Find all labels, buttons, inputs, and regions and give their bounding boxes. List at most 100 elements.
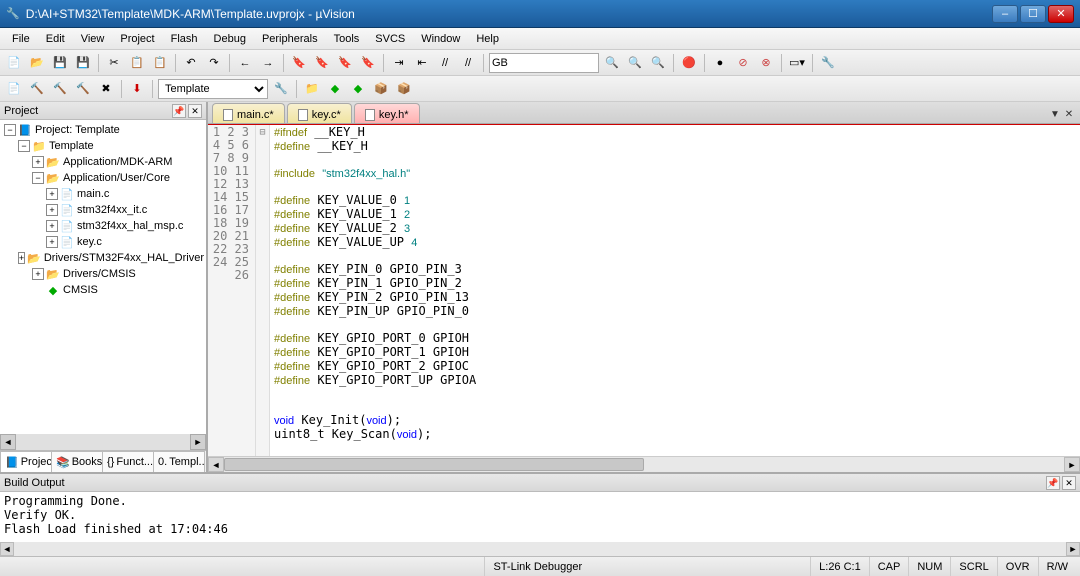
menu-flash[interactable]: Flash: [163, 31, 206, 47]
translate-button[interactable]: 📄: [4, 79, 24, 99]
bookmark-clear-button[interactable]: 🔖: [358, 53, 378, 73]
tab-close-icon[interactable]: ✕: [1062, 109, 1076, 123]
manage-rte-button[interactable]: 📦: [394, 79, 414, 99]
menu-edit[interactable]: Edit: [38, 31, 73, 47]
tree-group[interactable]: + 📂 Drivers/CMSIS: [2, 266, 204, 282]
scroll-left-icon[interactable]: ◄: [0, 434, 16, 450]
undo-button[interactable]: ↶: [181, 53, 201, 73]
save-all-button[interactable]: 💾: [73, 53, 93, 73]
expand-icon[interactable]: −: [4, 124, 16, 136]
expand-icon[interactable]: +: [46, 204, 58, 216]
panel-pin-button[interactable]: 📌: [172, 104, 186, 118]
tree-target[interactable]: − 📁 Template: [2, 138, 204, 154]
menu-debug[interactable]: Debug: [206, 31, 254, 47]
manage-components-button[interactable]: ◆: [325, 79, 345, 99]
indent-button[interactable]: ⇥: [389, 53, 409, 73]
debug-button[interactable]: 🔴: [679, 53, 699, 73]
expand-icon[interactable]: +: [46, 188, 58, 200]
panel-close-button[interactable]: ✕: [188, 104, 202, 118]
scroll-right-icon[interactable]: ►: [1064, 457, 1080, 472]
bookmark-button[interactable]: 🔖: [289, 53, 309, 73]
nav-back-button[interactable]: ←: [235, 53, 255, 73]
expand-icon[interactable]: −: [18, 140, 30, 152]
build-button[interactable]: 🔨: [27, 79, 47, 99]
batch-build-button[interactable]: 🔨: [73, 79, 93, 99]
save-button[interactable]: 💾: [50, 53, 70, 73]
editor-hscrollbar[interactable]: ◄ ►: [208, 456, 1080, 472]
outdent-button[interactable]: ⇤: [412, 53, 432, 73]
select-packs-button[interactable]: ◆: [348, 79, 368, 99]
close-button[interactable]: ✕: [1048, 5, 1074, 23]
menu-peripherals[interactable]: Peripherals: [254, 31, 326, 47]
expand-icon[interactable]: +: [18, 252, 25, 264]
menu-tools[interactable]: Tools: [326, 31, 368, 47]
tree-file[interactable]: + 📄 stm32f4xx_it.c: [2, 202, 204, 218]
find-combo[interactable]: [489, 53, 599, 73]
tree-group[interactable]: + 📂 Drivers/STM32F4xx_HAL_Driver: [2, 250, 204, 266]
breakpoint-disable-button[interactable]: ⊗: [756, 53, 776, 73]
bookmark-next-button[interactable]: 🔖: [335, 53, 355, 73]
scroll-left-icon[interactable]: ◄: [0, 542, 14, 556]
tree-cmsis[interactable]: ◆ CMSIS: [2, 282, 204, 298]
pack-installer-button[interactable]: 📦: [371, 79, 391, 99]
panel-tab-templates[interactable]: 0.Templ...: [153, 451, 205, 472]
build-output-text[interactable]: Programming Done. Verify OK. Flash Load …: [0, 492, 1080, 542]
menu-project[interactable]: Project: [112, 31, 162, 47]
stop-build-button[interactable]: ✖: [96, 79, 116, 99]
target-select[interactable]: Template: [158, 79, 268, 99]
uncomment-button[interactable]: //: [458, 53, 478, 73]
nav-forward-button[interactable]: →: [258, 53, 278, 73]
expand-icon[interactable]: +: [32, 156, 44, 168]
cut-button[interactable]: ✂: [104, 53, 124, 73]
configure-button[interactable]: 🔧: [818, 53, 838, 73]
new-file-button[interactable]: 📄: [4, 53, 24, 73]
menu-help[interactable]: Help: [468, 31, 507, 47]
scroll-right-icon[interactable]: ►: [1066, 542, 1080, 556]
menu-window[interactable]: Window: [413, 31, 468, 47]
tree-group[interactable]: − 📂 Application/User/Core: [2, 170, 204, 186]
redo-button[interactable]: ↷: [204, 53, 224, 73]
comment-button[interactable]: //: [435, 53, 455, 73]
find-next-button[interactable]: 🔍: [602, 53, 622, 73]
panel-tab-books[interactable]: 📚Books: [51, 451, 103, 472]
expand-icon[interactable]: +: [46, 236, 58, 248]
open-file-button[interactable]: 📂: [27, 53, 47, 73]
expand-icon[interactable]: −: [32, 172, 44, 184]
scroll-left-icon[interactable]: ◄: [208, 457, 224, 472]
project-hscrollbar[interactable]: ◄ ►: [0, 434, 206, 450]
scroll-thumb[interactable]: [224, 458, 644, 471]
minimize-button[interactable]: –: [992, 5, 1018, 23]
tree-group[interactable]: + 📂 Application/MDK-ARM: [2, 154, 204, 170]
target-options-button[interactable]: 🔧: [271, 79, 291, 99]
menu-svcs[interactable]: SVCS: [367, 31, 413, 47]
file-tab-keyh[interactable]: key.h*: [354, 103, 420, 123]
tree-project-root[interactable]: − 📘 Project: Template: [2, 122, 204, 138]
build-hscrollbar[interactable]: ◄ ►: [0, 542, 1080, 556]
paste-button[interactable]: 📋: [150, 53, 170, 73]
maximize-button[interactable]: ☐: [1020, 5, 1046, 23]
download-button[interactable]: ⬇: [127, 79, 147, 99]
panel-tab-functions[interactable]: {}Funct...: [102, 451, 154, 472]
tab-dropdown-icon[interactable]: ▼: [1048, 109, 1062, 123]
menu-file[interactable]: File: [4, 31, 38, 47]
expand-icon[interactable]: +: [46, 220, 58, 232]
file-tab-main[interactable]: main.c*: [212, 103, 285, 123]
panel-close-button[interactable]: ✕: [1062, 476, 1076, 490]
find-prev-button[interactable]: 🔍: [625, 53, 645, 73]
tree-file[interactable]: + 📄 key.c: [2, 234, 204, 250]
tree-file[interactable]: + 📄 stm32f4xx_hal_msp.c: [2, 218, 204, 234]
file-tab-keyc[interactable]: key.c*: [287, 103, 352, 123]
scroll-right-icon[interactable]: ►: [190, 434, 206, 450]
menu-view[interactable]: View: [73, 31, 113, 47]
project-tree[interactable]: − 📘 Project: Template − 📁 Template + 📂 A…: [0, 120, 206, 434]
code-content[interactable]: #ifndef __KEY_H #define __KEY_H #include…: [270, 125, 1080, 456]
find-in-files-button[interactable]: 🔍: [648, 53, 668, 73]
breakpoint-enable-button[interactable]: ⊘: [733, 53, 753, 73]
copy-button[interactable]: 📋: [127, 53, 147, 73]
tree-file[interactable]: + 📄 main.c: [2, 186, 204, 202]
code-editor[interactable]: 1 2 3 4 5 6 7 8 9 10 11 12 13 14 15 16 1…: [208, 124, 1080, 456]
fold-gutter[interactable]: ⊟: [256, 125, 270, 456]
rebuild-button[interactable]: 🔨: [50, 79, 70, 99]
expand-icon[interactable]: +: [32, 268, 44, 280]
bookmark-prev-button[interactable]: 🔖: [312, 53, 332, 73]
